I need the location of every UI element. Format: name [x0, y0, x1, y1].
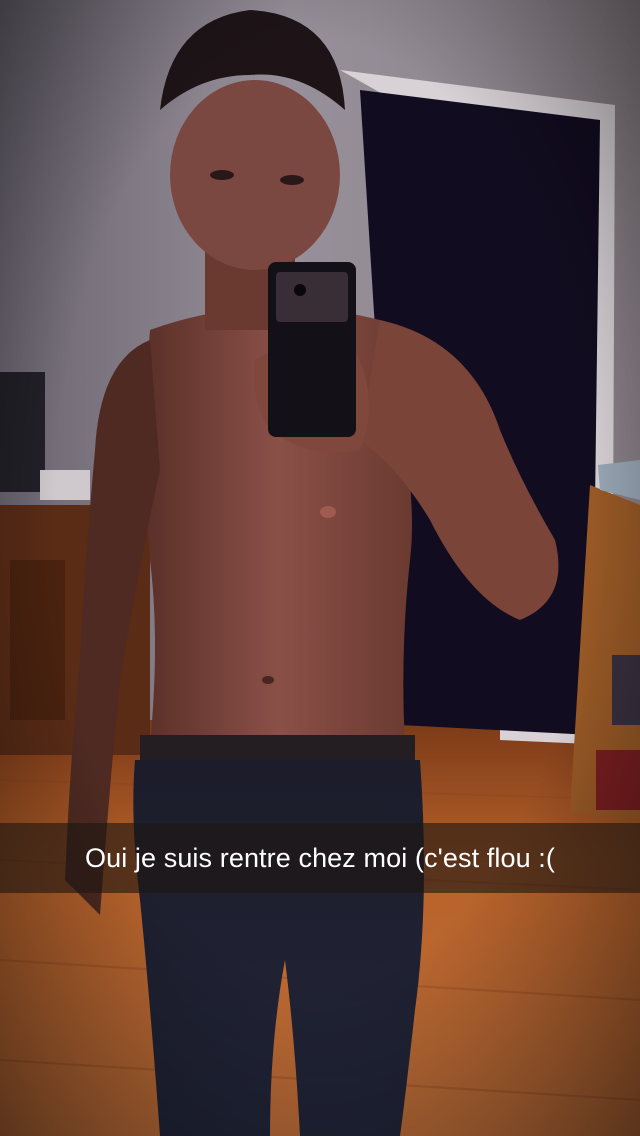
mirror-selfie-photo — [0, 0, 640, 1136]
snap-caption-bar: Oui je suis rentre chez moi (c'est flou … — [0, 823, 640, 893]
snap-view[interactable]: Oui je suis rentre chez moi (c'est flou … — [0, 0, 640, 1136]
snap-caption-text: Oui je suis rentre chez moi (c'est flou … — [84, 842, 555, 873]
